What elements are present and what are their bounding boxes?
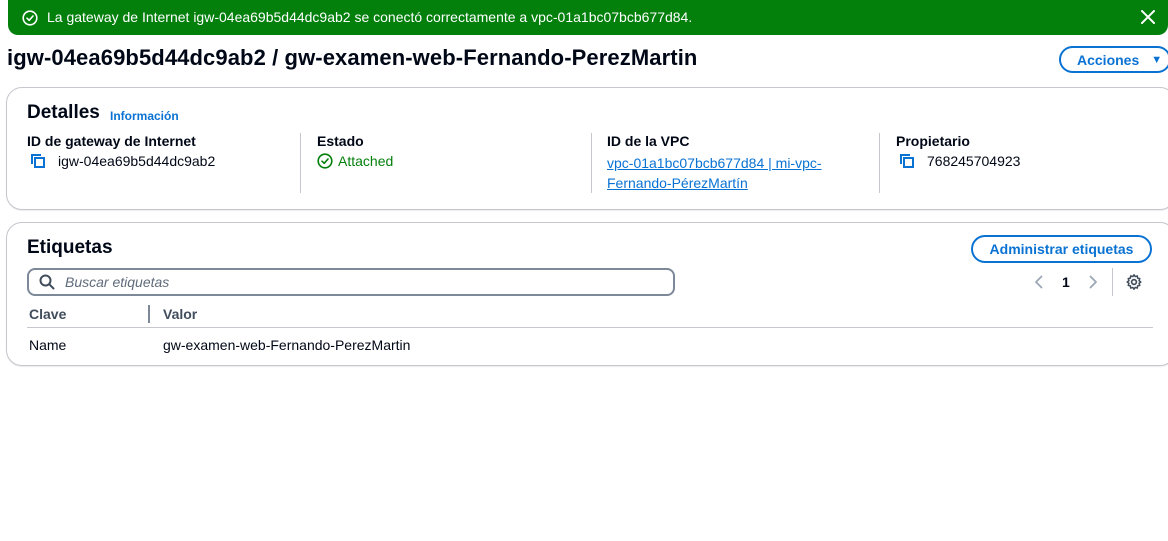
details-panel: Detalles Información ID de gateway de In…	[6, 87, 1168, 210]
copy-icon[interactable]	[899, 153, 915, 169]
success-flash-banner: La gateway de Internet igw-04ea69b5d44dc…	[8, 0, 1168, 35]
details-heading: Detalles	[27, 102, 100, 123]
column-header-value[interactable]: Valor	[163, 306, 197, 322]
state-value: Attached	[338, 153, 394, 169]
chevron-right-icon[interactable]	[1084, 273, 1102, 291]
status-indicator: Attached	[317, 153, 393, 169]
state-label: Estado	[317, 133, 364, 149]
tags-heading: Etiquetas	[27, 237, 113, 258]
gateway-id-field: ID de gateway de Internet igw-04ea69b5d4…	[27, 133, 215, 169]
check-circle-icon	[22, 10, 38, 26]
owner-label: Propietario	[896, 133, 970, 149]
tag-search[interactable]	[27, 268, 675, 296]
tags-panel: Etiquetas Administrar etiquetas 1 Clave …	[6, 222, 1168, 366]
tag-value-cell: gw-examen-web-Fernando-PerezMartin	[163, 337, 411, 353]
divider	[879, 133, 880, 193]
copy-icon[interactable]	[30, 153, 46, 169]
search-icon	[39, 274, 55, 290]
manage-tags-button[interactable]: Administrar etiquetas	[971, 235, 1152, 263]
state-field: Estado Attached	[317, 133, 393, 169]
chevron-left-icon[interactable]	[1030, 273, 1048, 291]
close-icon[interactable]	[1140, 9, 1156, 25]
divider	[1111, 268, 1113, 296]
actions-button[interactable]: Acciones ▼	[1059, 46, 1168, 73]
check-circle-icon	[317, 153, 333, 169]
gateway-id-value: igw-04ea69b5d44dc9ab2	[58, 153, 216, 169]
divider	[591, 133, 592, 193]
actions-button-label: Acciones	[1077, 51, 1140, 68]
column-resizer[interactable]	[148, 305, 150, 323]
gear-icon[interactable]	[1125, 273, 1143, 291]
owner-field: Propietario 768245704923	[896, 133, 1020, 169]
gateway-id-label: ID de gateway de Internet	[27, 133, 196, 149]
tag-key-cell: Name	[29, 337, 67, 353]
pagination: 1	[1030, 268, 1143, 296]
flash-message: La gateway de Internet igw-04ea69b5d44dc…	[47, 9, 693, 25]
page-number[interactable]: 1	[1062, 274, 1070, 290]
column-header-key[interactable]: Clave	[29, 306, 66, 322]
caret-down-icon: ▼	[1151, 53, 1163, 66]
vpc-id-field: ID de la VPC vpc-01a1bc07bcb677d84 | mi-…	[607, 133, 847, 193]
vpc-id-label: ID de la VPC	[607, 133, 690, 149]
divider	[300, 133, 301, 193]
info-link[interactable]: Información	[110, 109, 179, 123]
divider	[27, 327, 1153, 328]
page-title: igw-04ea69b5d44dc9ab2 / gw-examen-web-Fe…	[7, 45, 698, 70]
search-input[interactable]	[65, 274, 645, 290]
vpc-id-link[interactable]: vpc-01a1bc07bcb677d84 | mi-vpc-Fernando-…	[607, 153, 847, 193]
owner-value: 768245704923	[927, 153, 1021, 169]
